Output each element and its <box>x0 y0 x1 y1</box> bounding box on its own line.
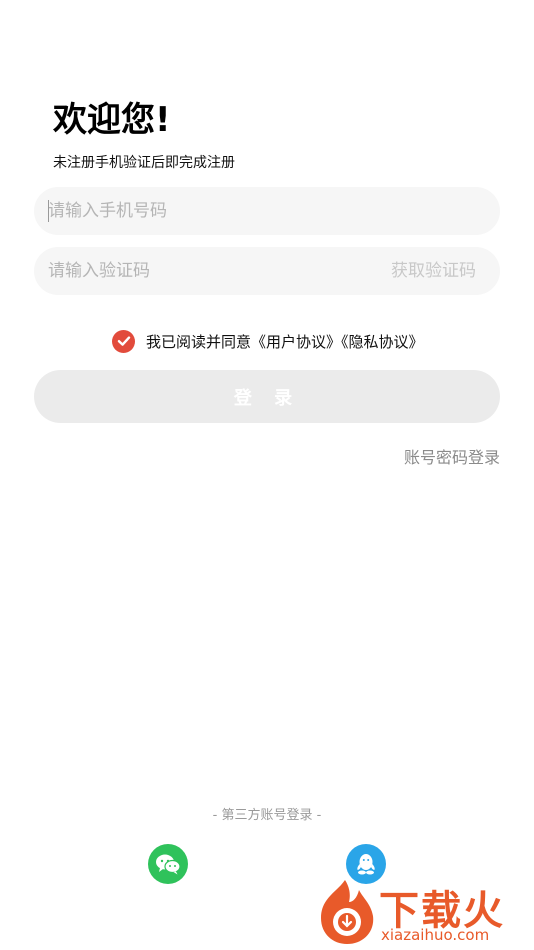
fire-logo-icon <box>321 880 374 944</box>
login-button[interactable]: 登 录 <box>34 370 500 423</box>
password-login-link[interactable]: 账号密码登录 <box>404 444 500 468</box>
phone-field[interactable] <box>34 187 500 235</box>
agreement-checkbox[interactable] <box>112 329 135 353</box>
watermark: 下载火 xiazaihuo.com <box>315 876 530 946</box>
code-input[interactable] <box>48 247 348 295</box>
code-field[interactable]: 获取验证码 <box>34 247 500 295</box>
qq-icon <box>357 854 375 875</box>
page-title: 欢迎您! <box>53 100 171 140</box>
wechat-icon <box>156 854 181 875</box>
wechat-login-button[interactable] <box>148 844 188 884</box>
agreement-text[interactable]: 我已阅读并同意《用户协议》《隐私协议》 <box>146 331 424 352</box>
text-cursor <box>48 200 49 222</box>
watermark-domain: xiazaihuo.com <box>381 926 490 944</box>
third-party-login-label: - 第三方账号登录 - <box>212 808 322 823</box>
phone-input[interactable] <box>48 187 348 235</box>
agreement-row: 我已阅读并同意《用户协议》《隐私协议》 <box>112 329 424 353</box>
checkmark-icon <box>117 336 130 346</box>
page-subtitle: 未注册手机验证后即完成注册 <box>53 155 235 171</box>
get-code-button[interactable]: 获取验证码 <box>391 247 476 295</box>
